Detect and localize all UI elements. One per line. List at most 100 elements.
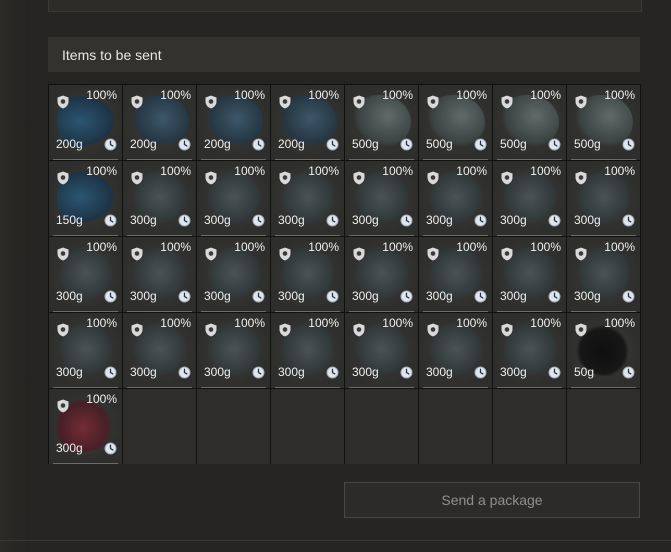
- shield-icon: [501, 247, 513, 261]
- clock-icon: [178, 366, 191, 379]
- item-durability: 100%: [456, 88, 487, 102]
- item-weight: 300g: [574, 289, 601, 303]
- shield-icon: [353, 95, 365, 109]
- item-weight: 300g: [278, 365, 305, 379]
- item-slot[interactable]: 100% 200g: [197, 85, 270, 160]
- item-slot[interactable]: 100% 200g: [123, 85, 196, 160]
- clock-icon: [178, 214, 191, 227]
- item-durability: 100%: [234, 88, 265, 102]
- shield-icon: [205, 95, 217, 109]
- shield-icon: [279, 95, 291, 109]
- shield-icon: [131, 95, 143, 109]
- shield-icon: [575, 95, 587, 109]
- item-slot[interactable]: 100% 300g: [493, 237, 566, 312]
- shield-icon: [57, 171, 69, 185]
- empty-slot[interactable]: [419, 389, 492, 464]
- clock-icon: [548, 214, 561, 227]
- item-slot[interactable]: 100% 300g: [49, 389, 122, 464]
- section-title: Items to be sent: [62, 47, 162, 63]
- empty-slot[interactable]: [567, 389, 640, 464]
- item-slot[interactable]: 100% 300g: [197, 313, 270, 388]
- send-package-button[interactable]: Send a package: [344, 482, 640, 518]
- item-weight: 300g: [56, 365, 83, 379]
- item-durability: 100%: [234, 240, 265, 254]
- item-slot[interactable]: 100% 300g: [123, 161, 196, 236]
- item-slot[interactable]: 100% 300g: [271, 161, 344, 236]
- clock-icon: [252, 366, 265, 379]
- item-slot[interactable]: 100% 500g: [345, 85, 418, 160]
- item-slot[interactable]: 100% 300g: [419, 161, 492, 236]
- item-durability: 100%: [160, 88, 191, 102]
- item-slot[interactable]: 100% 500g: [493, 85, 566, 160]
- item-slot[interactable]: 100% 150g: [49, 161, 122, 236]
- item-weight: 300g: [204, 289, 231, 303]
- item-weight: 300g: [56, 289, 83, 303]
- item-slot[interactable]: 100% 300g: [567, 237, 640, 312]
- shield-icon: [205, 247, 217, 261]
- empty-slot[interactable]: [123, 389, 196, 464]
- item-slot[interactable]: 100% 300g: [345, 237, 418, 312]
- item-slot[interactable]: 100% 300g: [123, 237, 196, 312]
- empty-slot[interactable]: [493, 389, 566, 464]
- item-weight: 150g: [56, 213, 83, 227]
- item-slot[interactable]: 100% 50g: [567, 313, 640, 388]
- item-weight: 300g: [500, 213, 527, 227]
- clock-icon: [104, 290, 117, 303]
- item-slot[interactable]: 100% 200g: [271, 85, 344, 160]
- clock-icon: [400, 214, 413, 227]
- item-durability: 100%: [308, 88, 339, 102]
- item-slot[interactable]: 100% 300g: [271, 313, 344, 388]
- item-weight: 300g: [352, 289, 379, 303]
- shield-icon: [57, 323, 69, 337]
- clock-icon: [400, 290, 413, 303]
- item-slot[interactable]: 100% 300g: [123, 313, 196, 388]
- item-slot[interactable]: 100% 300g: [197, 161, 270, 236]
- item-slot[interactable]: 100% 300g: [49, 313, 122, 388]
- shield-icon: [501, 95, 513, 109]
- item-slot[interactable]: 100% 300g: [419, 237, 492, 312]
- shield-icon: [131, 171, 143, 185]
- empty-slot[interactable]: [197, 389, 270, 464]
- section-header: Items to be sent: [48, 37, 640, 72]
- item-slot[interactable]: 100% 500g: [567, 85, 640, 160]
- item-slot[interactable]: 100% 300g: [49, 237, 122, 312]
- clock-icon: [548, 366, 561, 379]
- item-durability: 100%: [160, 316, 191, 330]
- item-slot[interactable]: 100% 300g: [271, 237, 344, 312]
- shield-icon: [427, 95, 439, 109]
- item-weight: 300g: [278, 289, 305, 303]
- item-slot[interactable]: 100% 300g: [345, 161, 418, 236]
- item-weight: 500g: [500, 137, 527, 151]
- item-durability: 100%: [382, 164, 413, 178]
- item-weight: 200g: [130, 137, 157, 151]
- empty-slot[interactable]: [271, 389, 344, 464]
- shield-icon: [205, 171, 217, 185]
- item-durability: 100%: [86, 88, 117, 102]
- item-durability: 100%: [604, 88, 635, 102]
- item-durability: 100%: [308, 164, 339, 178]
- item-weight: 300g: [130, 289, 157, 303]
- item-weight: 300g: [500, 365, 527, 379]
- item-slot[interactable]: 100% 200g: [49, 85, 122, 160]
- shield-icon: [501, 323, 513, 337]
- shield-icon: [501, 171, 513, 185]
- item-slot[interactable]: 100% 300g: [419, 313, 492, 388]
- clock-icon: [104, 138, 117, 151]
- item-slot[interactable]: 100% 300g: [493, 313, 566, 388]
- item-slot[interactable]: 100% 300g: [197, 237, 270, 312]
- empty-slot[interactable]: [345, 389, 418, 464]
- item-durability: 100%: [604, 164, 635, 178]
- item-durability: 100%: [160, 164, 191, 178]
- item-slot[interactable]: 100% 300g: [345, 313, 418, 388]
- item-durability: 100%: [86, 164, 117, 178]
- item-slot[interactable]: 100% 300g: [493, 161, 566, 236]
- item-durability: 100%: [308, 316, 339, 330]
- shield-icon: [57, 247, 69, 261]
- item-slot[interactable]: 100% 300g: [567, 161, 640, 236]
- item-weight: 300g: [500, 289, 527, 303]
- item-slot[interactable]: 100% 500g: [419, 85, 492, 160]
- shield-icon: [205, 323, 217, 337]
- item-weight: 200g: [56, 137, 83, 151]
- clock-icon: [104, 366, 117, 379]
- shield-icon: [353, 247, 365, 261]
